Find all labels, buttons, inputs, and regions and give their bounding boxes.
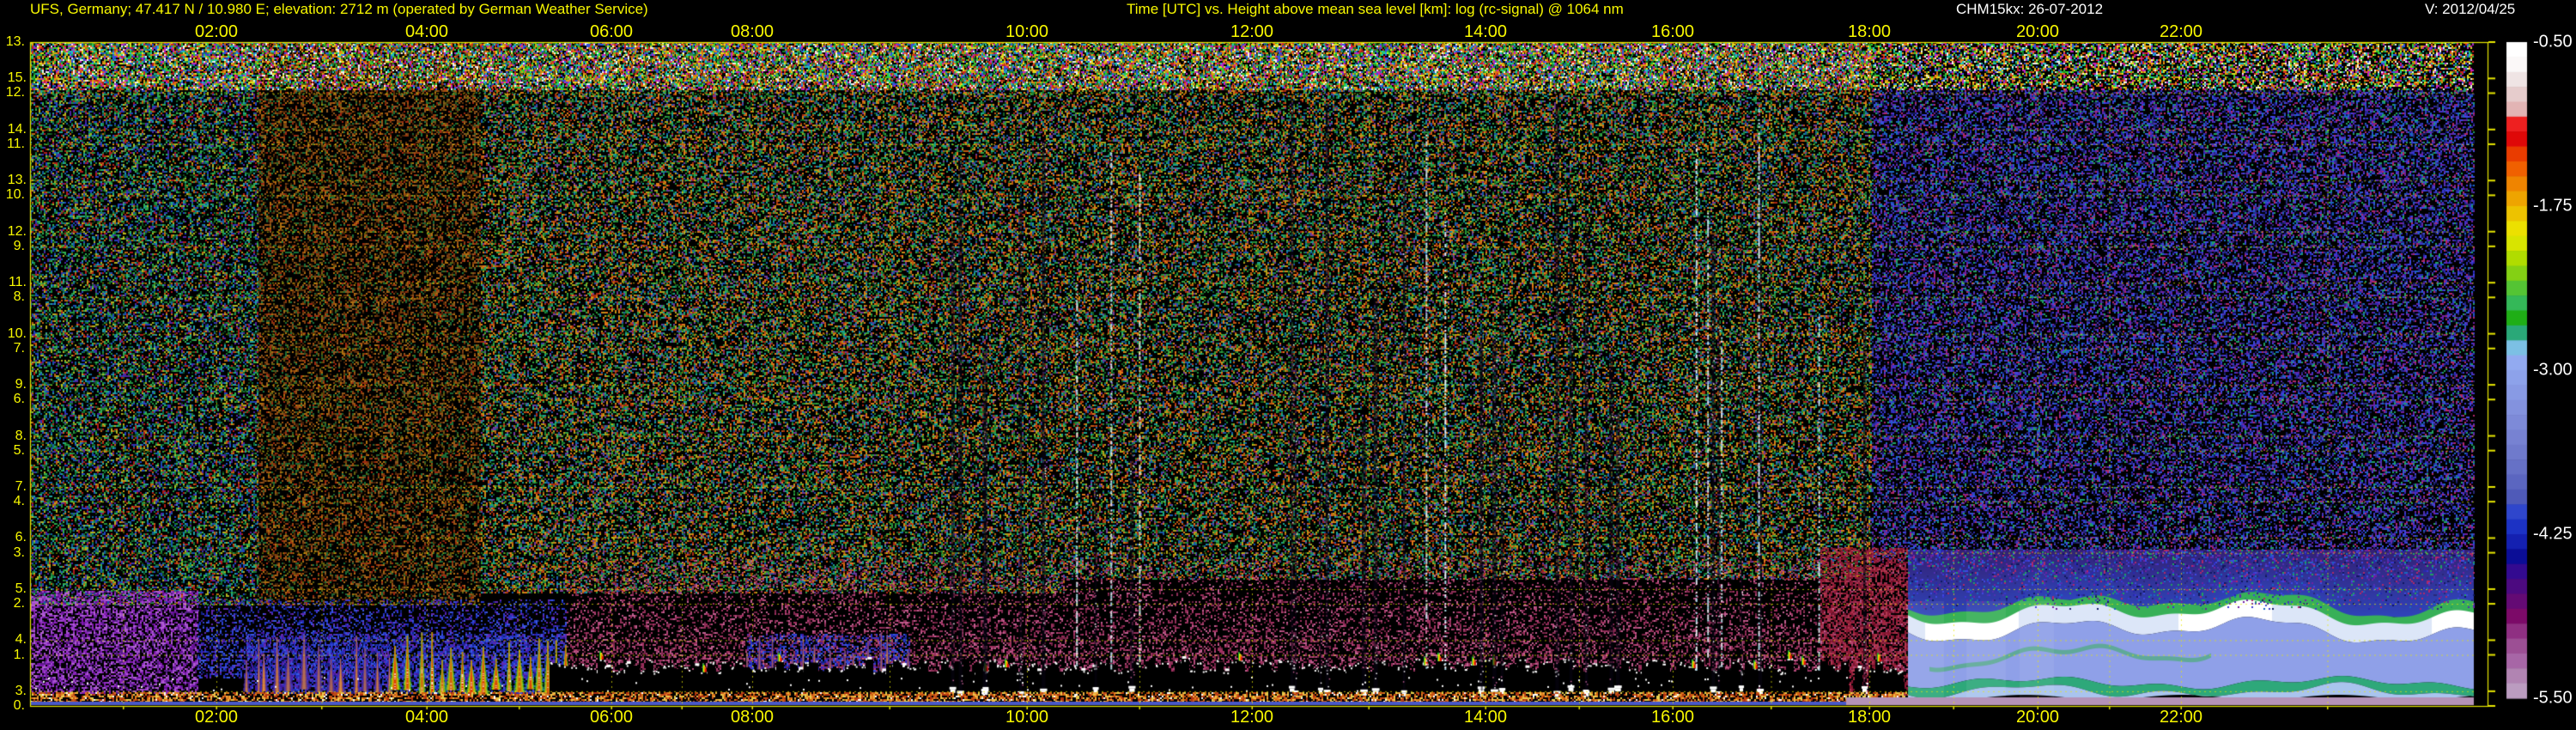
y-axis-label-agl: 8.: [13, 289, 25, 305]
y-axis-label-msl: 11.: [8, 275, 27, 290]
x-axis-label-top: 02:00: [194, 22, 239, 41]
x-axis-label-bottom: 04:00: [404, 708, 449, 727]
y-axis-label-agl: 4.: [13, 494, 25, 509]
x-axis-label-top: 10:00: [1005, 22, 1049, 41]
y-axis-label-agl: 11.: [6, 136, 25, 151]
x-axis-label-top: 06:00: [589, 22, 634, 41]
y-axis-label-agl: 0.: [13, 698, 25, 713]
y-axis-label-agl: 12.: [5, 85, 25, 100]
y-axis-label-agl: 1.: [13, 647, 25, 662]
y-axis-label-agl: 10.: [5, 187, 25, 203]
x-axis-label-top: 18:00: [1847, 22, 1892, 41]
x-axis-label-top: 16:00: [1650, 22, 1695, 41]
x-axis-label-bottom: 16:00: [1650, 708, 1695, 727]
x-axis-label-bottom: 10:00: [1005, 708, 1049, 727]
y-axis-label-agl: 13.: [5, 34, 25, 49]
x-axis-label-bottom: 20:00: [2015, 708, 2060, 727]
header-version: V: 2012/04/25: [2425, 1, 2516, 17]
ceilometer-quicklook: UFS, Germany; 47.417 N / 10.980 E; eleva…: [0, 0, 2576, 730]
y-axis-label-msl: 12.: [7, 223, 27, 239]
x-axis-label-bottom: 12:00: [1230, 708, 1274, 727]
y-axis-label-msl: 6.: [15, 530, 27, 545]
x-axis-label-bottom: 14:00: [1463, 708, 1508, 727]
x-axis-label-bottom: 06:00: [589, 708, 634, 727]
y-axis-label-msl: 7.: [15, 479, 27, 495]
y-axis-label-agl: 9.: [13, 238, 25, 253]
header-station: UFS, Germany; 47.417 N / 10.980 E; eleva…: [30, 1, 648, 17]
colorbar-label: -1.75: [2533, 196, 2573, 216]
y-axis-label-msl: 13.: [7, 173, 27, 188]
x-axis-label-top: 08:00: [730, 22, 775, 41]
header-device-date: CHM15kx: 26-07-2012: [1956, 1, 2104, 17]
y-axis-label-msl: 4.: [15, 632, 27, 648]
y-axis-label-msl: 10.: [7, 325, 27, 341]
x-axis-label-bottom: 22:00: [2159, 708, 2203, 727]
header-plot-title: Time [UTC] vs. Height above mean sea lev…: [1127, 1, 1624, 17]
x-axis-label-top: 20:00: [2015, 22, 2060, 41]
x-axis-label-top: 22:00: [2159, 22, 2203, 41]
colorbar-label: -4.25: [2533, 524, 2573, 544]
x-axis-label-top: 12:00: [1230, 22, 1274, 41]
y-axis-label-msl: 5.: [15, 581, 27, 596]
x-axis-label-bottom: 02:00: [194, 708, 239, 727]
colorbar-label: -5.50: [2533, 688, 2573, 708]
y-axis-label-agl: 5.: [13, 442, 25, 458]
x-axis-label-top: 04:00: [404, 22, 449, 41]
y-axis-label-msl: 8.: [15, 428, 27, 443]
x-axis-label-top: 14:00: [1463, 22, 1508, 41]
y-axis-label-agl: 6.: [13, 392, 25, 407]
y-axis-label-msl: 3.: [15, 683, 27, 698]
y-axis-label-msl: 15.: [7, 70, 27, 86]
x-axis-label-bottom: 18:00: [1847, 708, 1892, 727]
y-axis-label-msl: 14.: [7, 121, 27, 137]
x-axis-label-bottom: 08:00: [730, 708, 775, 727]
y-axis-label-msl: 9.: [15, 377, 27, 392]
ceilometer-heatmap-canvas: [0, 0, 2576, 730]
y-axis-label-agl: 2.: [13, 596, 25, 611]
y-axis-label-agl: 7.: [13, 340, 25, 356]
y-axis-label-agl: 3.: [13, 544, 25, 560]
colorbar-label: -0.50: [2533, 32, 2573, 52]
colorbar-label: -3.00: [2533, 360, 2573, 380]
